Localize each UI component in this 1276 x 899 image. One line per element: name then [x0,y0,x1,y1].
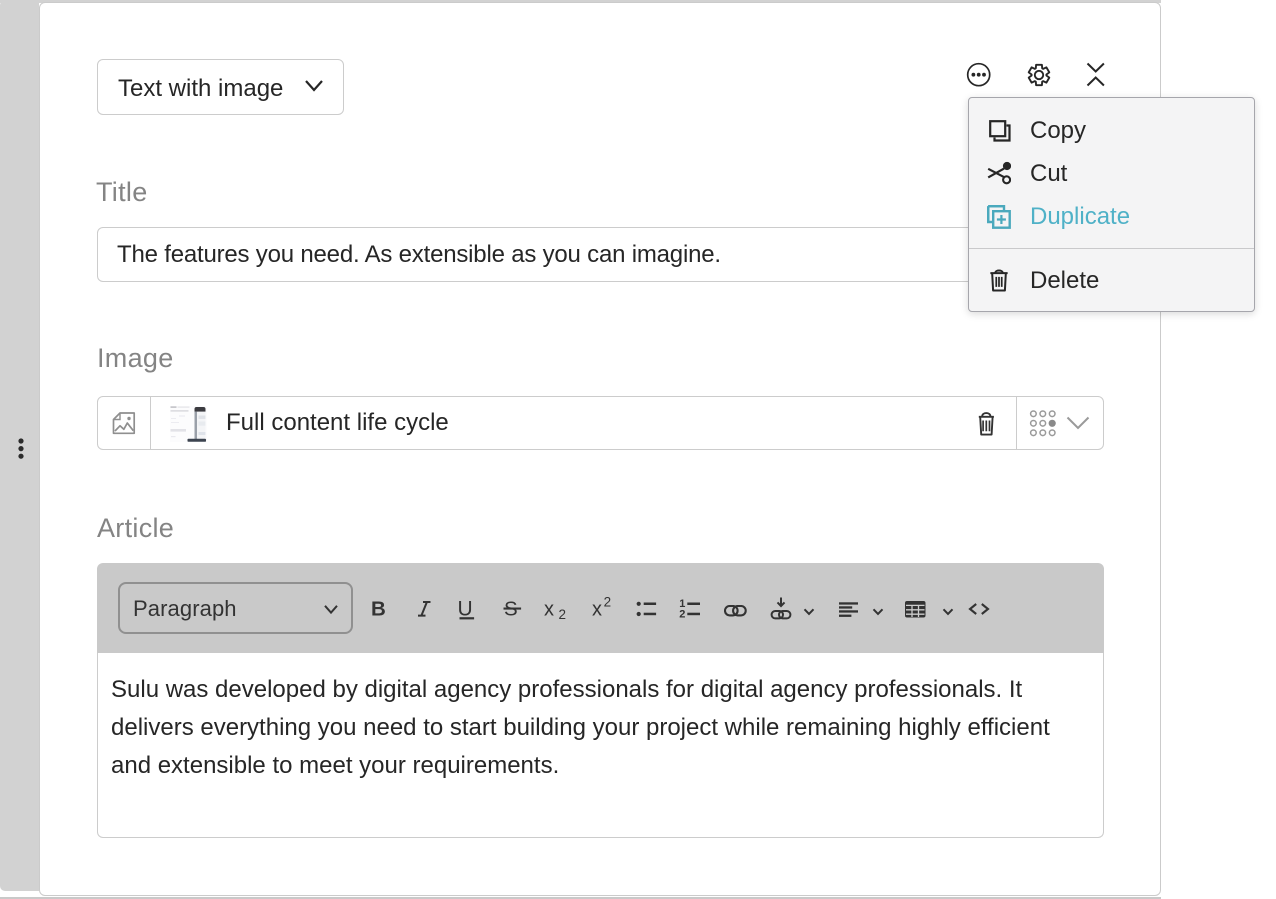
svg-text:x: x [592,599,602,621]
svg-text:2: 2 [559,607,567,622]
svg-text:B: B [371,598,386,621]
svg-text:2: 2 [604,594,612,609]
svg-text:U: U [458,598,473,621]
svg-text:2: 2 [679,609,685,621]
svg-text:x: x [544,599,554,621]
